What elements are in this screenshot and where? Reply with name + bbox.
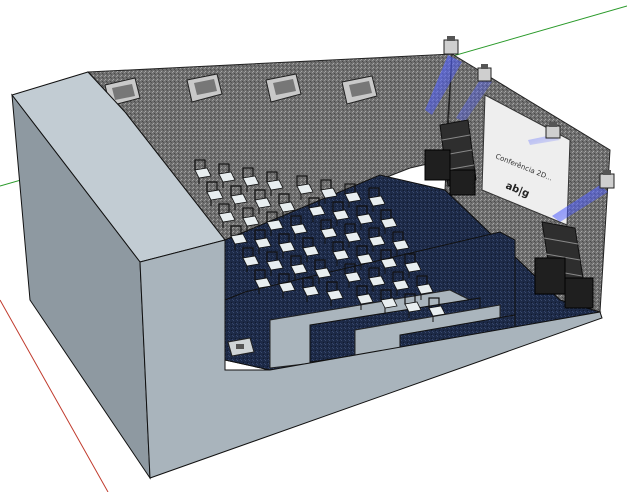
sketchup-viewport[interactable]: Conferência 2D... ab|g [0,0,627,492]
moving-head-light-icon[interactable] [443,36,459,55]
auditorium-3d-model[interactable]: Conferência 2D... ab|g [0,0,627,492]
moving-head-light-icon[interactable] [477,64,492,82]
